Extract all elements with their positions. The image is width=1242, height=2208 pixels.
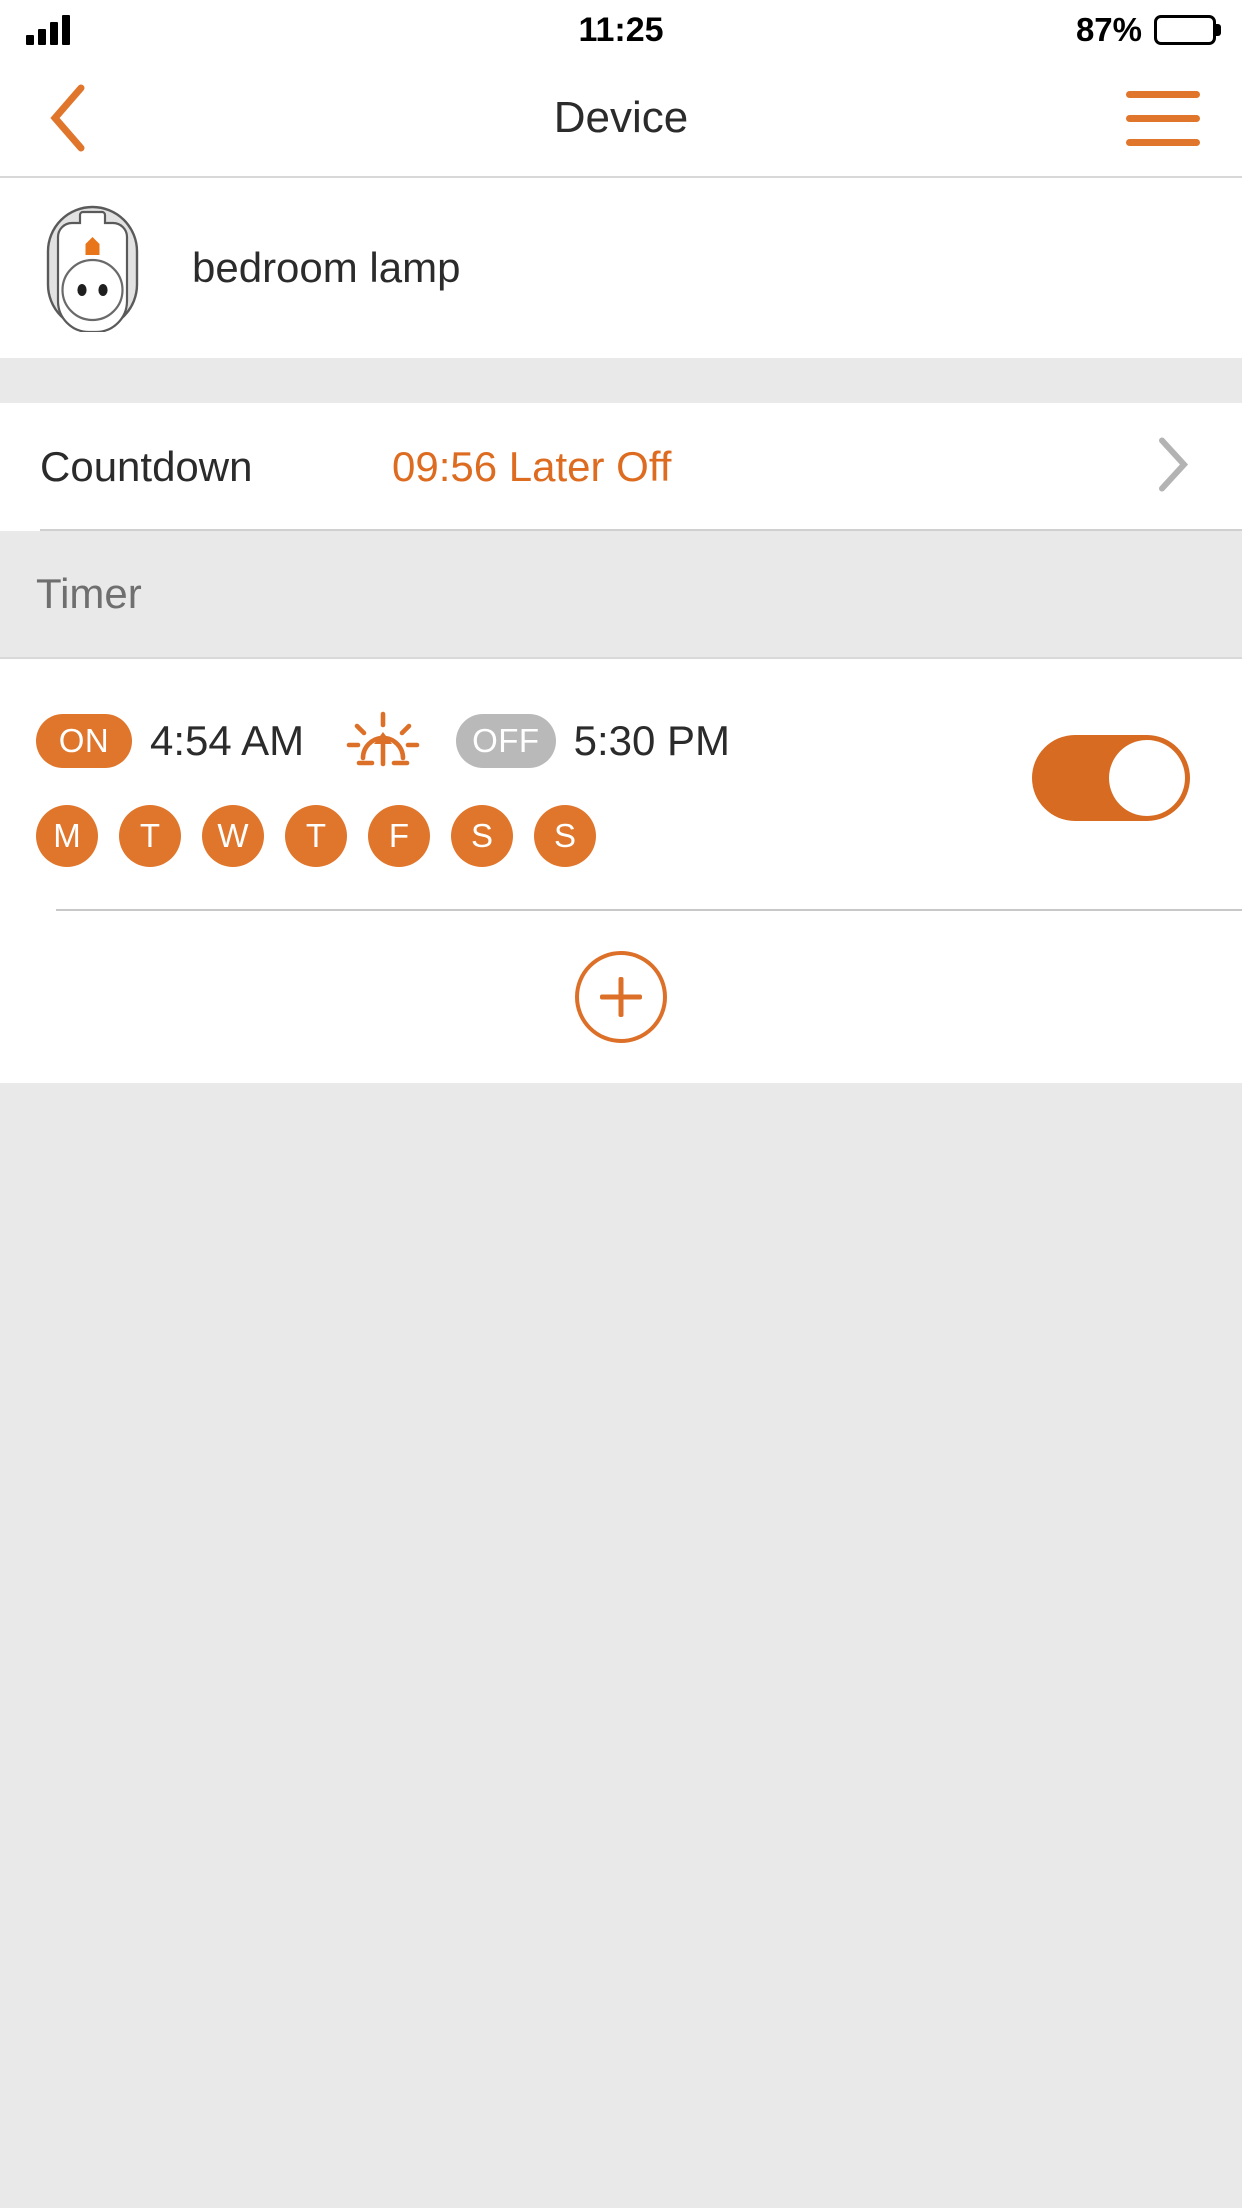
countdown-row[interactable]: Countdown 09:56 Later Off — [0, 403, 1242, 531]
timer-list-item[interactable]: ON 4:54 AM OFF 5:30 PM M T W T F S S — [0, 659, 1242, 909]
timer-section-header: Timer — [0, 531, 1242, 659]
timer-enable-toggle[interactable] — [1032, 735, 1190, 821]
timer-on-badge: ON — [36, 714, 132, 768]
page-background — [0, 1083, 1242, 2128]
timer-off-badge: OFF — [456, 714, 556, 768]
status-bar: 11:25 87% — [0, 0, 1242, 60]
timer-on-time: 4:54 AM — [150, 717, 305, 764]
add-timer-row — [0, 911, 1242, 1083]
day-toggle-tuesday[interactable]: T — [119, 805, 181, 867]
chevron-left-icon — [50, 84, 85, 152]
section-spacer — [0, 358, 1242, 403]
device-summary-row[interactable]: bedroom lamp — [0, 178, 1242, 358]
back-button[interactable] — [34, 83, 104, 153]
hamburger-menu-icon[interactable] — [1126, 88, 1200, 148]
timer-off-time: 5:30 PM — [573, 717, 731, 764]
countdown-value: 09:56 Later Off — [392, 443, 672, 490]
battery-full-icon — [1154, 15, 1216, 45]
timer-section-label: Timer — [36, 570, 142, 617]
timer-list: ON 4:54 AM OFF 5:30 PM M T W T F S S — [0, 659, 1242, 1083]
toggle-knob — [1109, 740, 1185, 816]
device-name-label: bedroom lamp — [192, 244, 461, 291]
day-toggle-friday[interactable]: F — [368, 805, 430, 867]
smart-plug-icon — [46, 205, 139, 332]
status-bar-clock: 11:25 — [578, 10, 664, 49]
countdown-label: Countdown — [40, 443, 253, 490]
day-toggle-sunday[interactable]: S — [534, 805, 596, 867]
sunrise-icon — [346, 706, 420, 777]
day-toggle-wednesday[interactable]: W — [202, 805, 264, 867]
day-toggle-monday[interactable]: M — [36, 805, 98, 867]
chevron-right-icon — [1156, 436, 1190, 499]
plus-circle-icon[interactable] — [575, 951, 667, 1043]
page-title: Device — [553, 93, 689, 142]
day-toggle-saturday[interactable]: S — [451, 805, 513, 867]
app-screen: 11:25 87% Device bedroom lamp Countdown … — [0, 0, 1242, 2208]
navigation-bar: Device — [0, 60, 1242, 178]
day-toggle-thursday[interactable]: T — [285, 805, 347, 867]
